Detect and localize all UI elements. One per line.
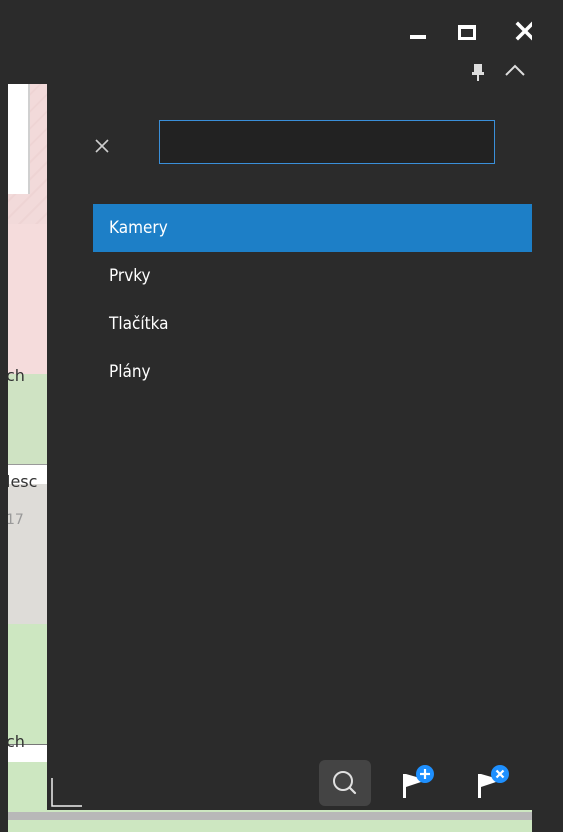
window-border-right <box>532 0 563 832</box>
remove-flag-button[interactable] <box>472 760 516 806</box>
pin-icon[interactable] <box>470 62 486 82</box>
title-bar <box>0 0 563 84</box>
menu-item-tlacitka[interactable]: Tlačítka <box>93 300 532 348</box>
resize-grip[interactable] <box>50 778 82 808</box>
close-icon[interactable] <box>93 137 111 155</box>
panel-toolbar <box>47 756 532 812</box>
category-list: Kamery Prvky Tlačítka Plány <box>93 204 532 396</box>
map-label: lesc <box>8 472 38 491</box>
menu-item-kamery[interactable]: Kamery <box>93 204 532 252</box>
menu-item-prvky[interactable]: Prvky <box>93 252 532 300</box>
map-label: ch <box>8 366 25 385</box>
flag-add-icon <box>403 765 434 798</box>
search-input[interactable] <box>159 120 495 164</box>
menu-item-label: Plány <box>109 362 151 382</box>
menu-item-label: Kamery <box>109 218 168 238</box>
flag-remove-icon <box>478 765 509 798</box>
navigation-panel: Kamery Prvky Tlačítka Plány <box>47 84 532 810</box>
map-label: 17 <box>8 512 24 528</box>
maximize-icon[interactable] <box>456 22 476 40</box>
chevron-up-icon[interactable] <box>500 60 530 80</box>
add-flag-button[interactable] <box>397 760 441 806</box>
menu-item-plany[interactable]: Plány <box>93 348 532 396</box>
search-icon <box>333 771 357 795</box>
app-window: ch lesc 17 ch Kamery Prvky Tlačítka Plán… <box>0 0 563 832</box>
menu-item-label: Prvky <box>109 266 151 286</box>
map-label: ch <box>8 732 25 751</box>
menu-item-label: Tlačítka <box>109 314 169 334</box>
window-border-left <box>0 0 8 832</box>
search-button[interactable] <box>319 760 371 806</box>
minimize-icon[interactable] <box>407 24 429 42</box>
